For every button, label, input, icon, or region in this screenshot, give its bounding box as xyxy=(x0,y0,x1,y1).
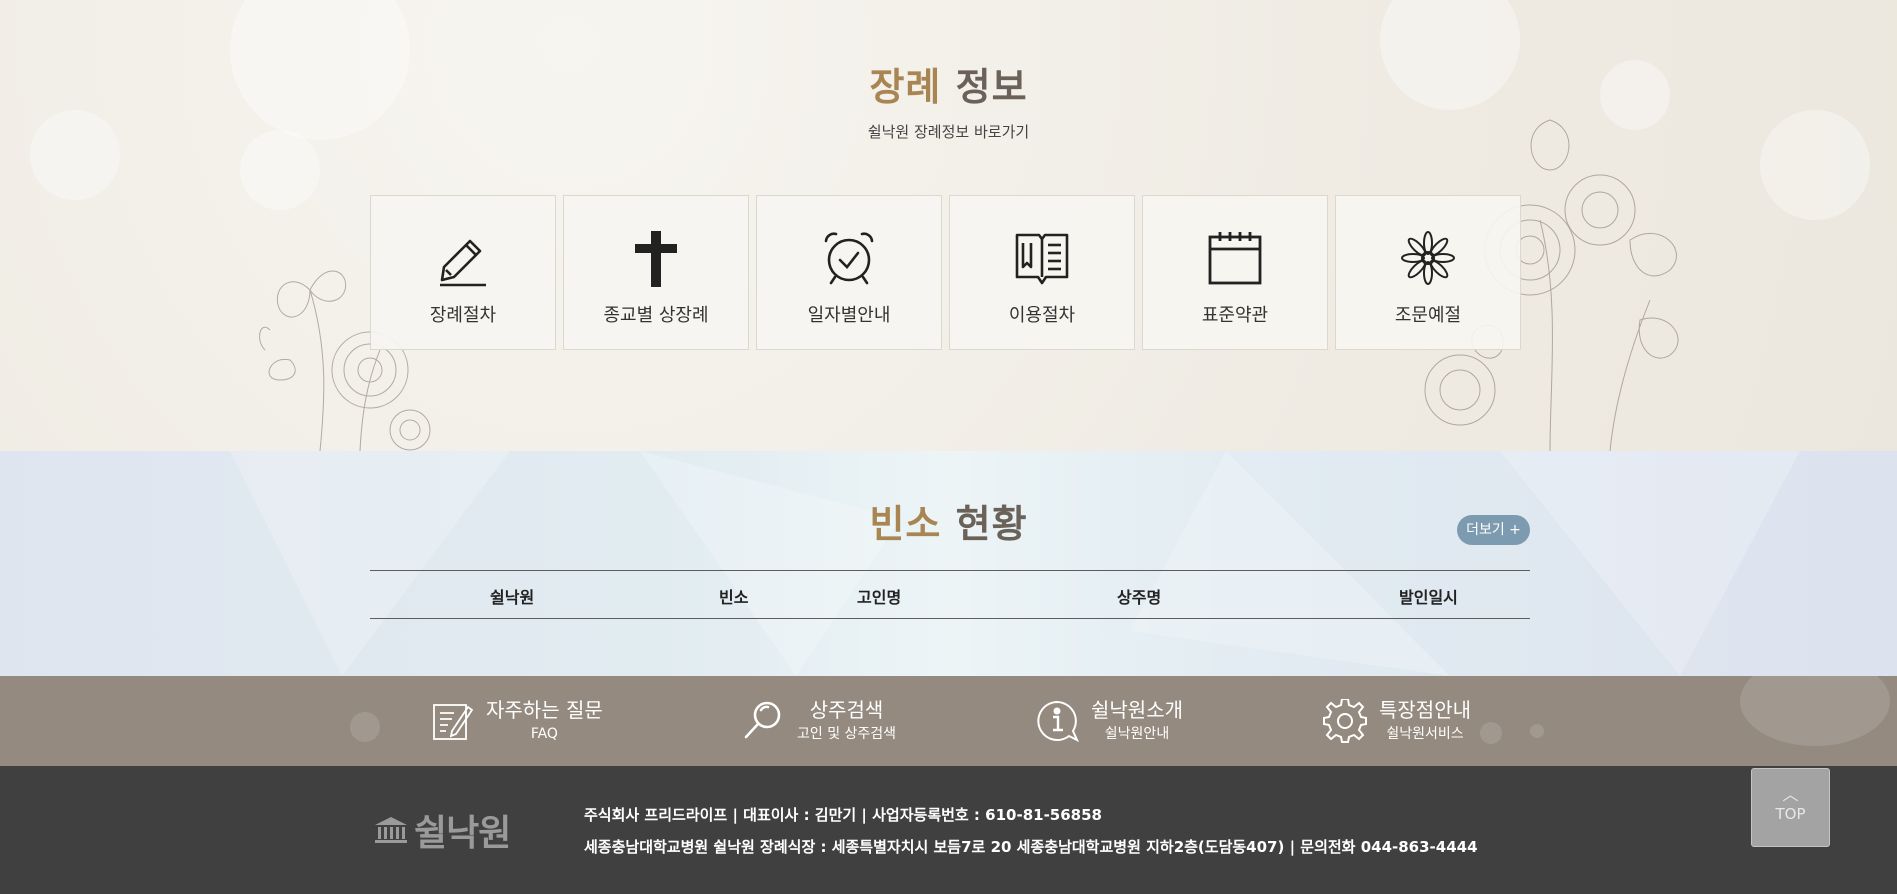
quick-link-title: 상주검색 xyxy=(809,698,884,722)
quick-link-title: 쉴낙원소개 xyxy=(1091,698,1183,722)
info-icon xyxy=(1037,700,1079,742)
quick-link-about[interactable]: 쉴낙원소개 쉴낙원안내 xyxy=(1035,698,1183,743)
column-header-room: 빈소 xyxy=(719,588,749,607)
card-religious-rites[interactable]: 종교별 상장례 xyxy=(563,195,749,350)
quick-link-subtitle: 쉴낙원서비스 xyxy=(1386,726,1464,742)
gear-icon xyxy=(1323,698,1367,743)
card-condolence-etiquette[interactable]: 조문예절 xyxy=(1335,195,1521,350)
column-header-deceased-name: 고인명 xyxy=(857,588,902,607)
quick-link-title: 특장점안내 xyxy=(1379,698,1471,722)
card-usage-procedure[interactable]: 이용절차 xyxy=(949,195,1135,350)
mortuary-status-title-rest: 현황 xyxy=(941,502,1028,546)
faq-note-icon xyxy=(433,703,474,740)
card-funeral-procedure[interactable]: 장례절차 xyxy=(370,195,556,350)
chevron-up-icon: ︿ xyxy=(1782,785,1799,804)
quick-link-title: 자주하는 질문 xyxy=(486,698,603,722)
open-book-icon xyxy=(1015,233,1069,285)
logo-text: 쉴낙원 xyxy=(414,813,511,854)
card-label: 조문예절 xyxy=(1394,305,1462,326)
column-header-chief-mourner: 상주명 xyxy=(1117,588,1162,607)
quick-link-mourner-search[interactable]: 상주검색 고인 및 상주검색 xyxy=(741,698,896,743)
card-label: 이용절차 xyxy=(1008,305,1076,326)
address-info-line: 세종충남대학교병원 쉴낙원 장례식장 : 세종특별자치시 보듬7로 20 세종충… xyxy=(584,838,1478,856)
column-header-procession-date: 발인일시 xyxy=(1399,588,1458,607)
mortuary-status-table: 쉴낙원 빈소 고인명 상주명 발인일시 xyxy=(370,570,1530,619)
top-label: TOP xyxy=(1775,805,1806,823)
funeral-info-subtitle: 쉴낙원 장례정보 바로가기 xyxy=(867,123,1030,141)
column-header-funeral-home: 쉴낙원 xyxy=(490,588,535,607)
quick-links-bar: 자주하는 질문 FAQ 상주검색 고인 및 상주검색 쉴낙원소개 쉴낙원안내 특… xyxy=(0,676,1897,766)
card-daily-guide[interactable]: 일자별안내 xyxy=(756,195,942,350)
funeral-info-title-accent: 장례 xyxy=(869,65,942,109)
mortuary-status-title: 빈소 현황 xyxy=(0,493,1897,548)
cross-icon xyxy=(635,231,677,287)
card-standard-terms[interactable]: 표준약관 xyxy=(1142,195,1328,350)
calendar-icon xyxy=(1208,232,1262,285)
footer: 쉴낙원 주식회사 프리드라이프 | 대표이사 : 김만기 | 사업자등록번호 :… xyxy=(0,766,1897,894)
quick-link-subtitle: 고인 및 상주검색 xyxy=(797,726,897,742)
card-label: 장례절차 xyxy=(429,305,497,326)
company-info-line: 주식회사 프리드라이프 | 대표이사 : 김만기 | 사업자등록번호 : 610… xyxy=(584,806,1102,824)
footer-logo: 쉴낙원 xyxy=(374,804,511,856)
card-label: 일자별안내 xyxy=(807,305,891,326)
quick-link-subtitle: 쉴낙원안내 xyxy=(1104,726,1170,742)
card-label: 표준약관 xyxy=(1201,305,1269,326)
quick-link-features[interactable]: 특장점안내 쉴낙원서비스 xyxy=(1323,698,1471,743)
scroll-to-top-button[interactable]: ︿ TOP xyxy=(1751,768,1830,847)
building-icon xyxy=(375,817,407,843)
quick-link-subtitle: FAQ xyxy=(530,726,558,742)
search-icon xyxy=(744,701,781,738)
chrysanthemum-icon xyxy=(1401,231,1455,285)
more-button[interactable]: 더보기 + xyxy=(1457,515,1530,545)
quick-link-faq[interactable]: 자주하는 질문 FAQ xyxy=(430,698,603,743)
funeral-info-section: 장례 정보 쉴낙원 장례정보 바로가기 장례절차 종교별 상장례 일자별안내 이… xyxy=(0,0,1897,451)
page: 장례 정보 쉴낙원 장례정보 바로가기 장례절차 종교별 상장례 일자별안내 이… xyxy=(0,0,1897,894)
pencil-icon xyxy=(440,239,486,287)
funeral-info-title-rest: 정보 xyxy=(941,65,1028,109)
mortuary-status-section: 빈소 현황 더보기 + 쉴낙원 빈소 고인명 상주명 발인일시 xyxy=(0,451,1897,676)
funeral-info-title: 장례 정보 xyxy=(0,56,1897,111)
funeral-info-cards: 장례절차 종교별 상장례 일자별안내 이용절차 표준약관 조문예절 xyxy=(370,195,1521,350)
card-label: 종교별 상장례 xyxy=(603,305,709,326)
mortuary-status-title-accent: 빈소 xyxy=(869,502,942,546)
alarm-clock-icon xyxy=(824,232,874,285)
